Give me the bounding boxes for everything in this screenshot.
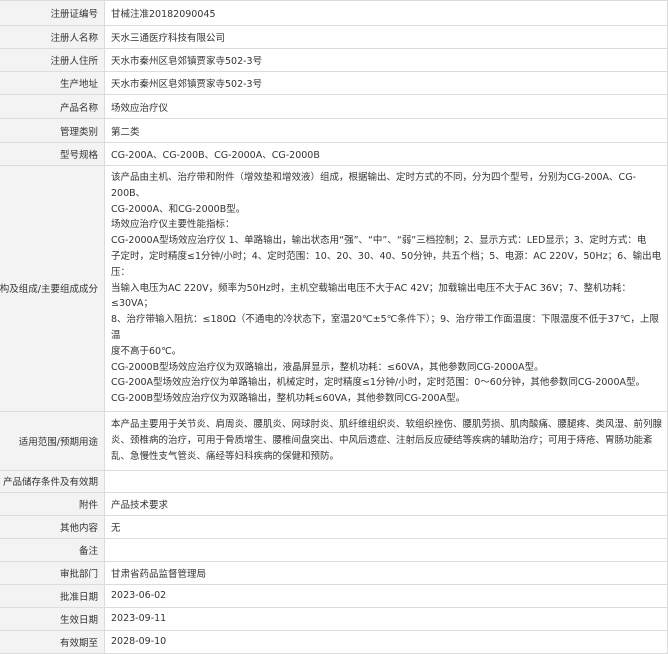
value-line: 2023-09-11 (111, 613, 167, 625)
table-row: 注册人住所 天水市秦州区皂郊镇贾家寺502-3号 (0, 48, 668, 72)
structure-composition-label: 结构及组成/主要组成成分 (0, 165, 105, 412)
approval-date-label: 批准日期 (0, 583, 105, 608)
scope-intended-use-value: 本产品主要用于关节炎、肩周炎、腰肌炎、网球肘炎、肌纤维组织炎、软组织挫伤、腰肌劳… (104, 410, 668, 471)
approval-department-label: 审批部门 (0, 560, 105, 585)
table-row: 注册人名称 天水三通医疗科技有限公司 (0, 25, 668, 49)
value-line: 天水市秦州区皂郊镇贾家寺502-3号 (111, 79, 263, 90)
table-row: 备注 (0, 537, 668, 562)
table-row: 生产地址 天水市秦州区皂郊镇贾家寺502-3号 (0, 71, 668, 95)
registrant-address-value: 天水市秦州区皂郊镇贾家寺502-3号 (104, 48, 668, 72)
attachment-label: 附件 (0, 491, 105, 516)
registration-number-value: 甘械注准20182090045 (104, 0, 668, 26)
expiry-date-value: 2028-09-10 (104, 629, 668, 654)
table-row: 结构及组成/主要组成成分 该产品由主机、治疗带和附件（增效垫和增效液）组成，根据输… (0, 165, 668, 412)
value-line: 产品技术要求 (111, 499, 169, 511)
table-row: 注册证编号 甘械注准20182090045 (0, 0, 668, 26)
table-row: 其他内容无 (0, 514, 668, 539)
attachment-value: 产品技术要求 (104, 491, 668, 516)
value-line: 2028-09-10 (111, 636, 167, 648)
value-line: 当输入电压为AC 220V，频率为50Hz时，主机空载输出电压不大于AC 42V… (111, 282, 632, 310)
table-row: 适用范围/预期用途 本产品主要用于关节炎、肩周炎、腰肌炎、网球肘炎、肌纤维组织炎、… (0, 410, 668, 471)
other-content-label: 其他内容 (0, 514, 105, 539)
value-line: 场效应治疗仪主要性能指标： (111, 219, 235, 231)
other-content-value: 无 (104, 514, 668, 539)
value-line: CG-2000B型场效应治疗仪为双路输出，液晶屏显示，整机功耗：≤60VA，其他… (111, 361, 544, 373)
value-line: 度不高于60℃。 (111, 345, 182, 357)
table-row: 有效期至 2028-09-10 (0, 629, 668, 654)
value-line: 乱、急慢性支气管炎、痛经等妇科疾病的保健和预防。 (111, 450, 340, 462)
production-address-value: 天水市秦州区皂郊镇贾家寺502-3号 (104, 71, 668, 95)
value-line: 场效应治疗仪 (111, 102, 169, 114)
value-line: 甘肃省药品监督管理局 (111, 568, 207, 580)
value-line: CG-200A、CG-200B、CG-2000A、CG-2000B (111, 150, 320, 161)
management-category-value: 第二类 (104, 118, 668, 143)
value-line: 8、治疗带输入阻抗：≤180Ω（不通电的冷状态下，室温20℃±5℃条件下）；9、… (111, 314, 659, 341)
table-row: 批准日期 2023-06-02 (0, 583, 668, 608)
production-address-label: 生产地址 (0, 71, 105, 95)
value-line: CG-200A型场效应治疗仪为单路输出，机械定时，定时精度≤1分钟/小时，定时范… (111, 377, 645, 389)
value-line: CG-2000A型场效应治疗仪 1、单路输出，输出状态用“强”、“中”、“弱”三… (111, 235, 647, 247)
registration-number-label: 注册证编号 (0, 0, 105, 26)
effective-date-value: 2023-09-11 (104, 606, 668, 631)
model-spec-label: 型号规格 (0, 142, 105, 166)
value-line: 天水市秦州区皂郊镇贾家寺502-3号 (111, 56, 263, 67)
value-line: 本产品主要用于关节炎、肩周炎、腰肌炎、网球肘炎、肌纤维组织炎、软组织挫伤、腰肌劳… (111, 419, 663, 431)
storage-conditions-value (104, 469, 668, 493)
scope-intended-use-label: 适用范围/预期用途 (0, 410, 105, 471)
effective-date-label: 生效日期 (0, 606, 105, 631)
remarks-label: 备注 (0, 537, 105, 562)
remarks-value (104, 537, 668, 562)
value-line: CG-2000A、和CG-2000B型。 (111, 203, 246, 215)
structure-composition-value: 该产品由主机、治疗带和附件（增效垫和增效液）组成，根据输出、定时方式的不同，分为… (104, 165, 668, 412)
storage-conditions-label: 产品储存条件及有效期 (0, 469, 105, 493)
value-line: 子定时，定时精度≤1分钟/小时；4、定时范围：10、20、30、40、50分钟，… (111, 250, 662, 278)
value-line: 甘械注准20182090045 (111, 9, 216, 20)
product-name-label: 产品名称 (0, 94, 105, 119)
model-spec-value: CG-200A、CG-200B、CG-2000A、CG-2000B (104, 142, 668, 166)
value-line: 无 (111, 522, 121, 534)
value-line: 炎、颈椎病的治疗，可用于骨质增生、腰椎间盘突出、中风后遗症、注射后反应硬结等疾病… (111, 435, 653, 447)
table-row: 产品名称 场效应治疗仪 (0, 94, 668, 119)
value-line: 天水三通医疗科技有限公司 (111, 33, 226, 44)
table-row: 审批部门 甘肃省药品监督管理局 (0, 560, 668, 585)
value-line: 该产品由主机、治疗带和附件（增效垫和增效液）组成，根据输出、定时方式的不同，分为… (111, 172, 636, 199)
value-line: 第二类 (111, 126, 140, 138)
approval-department-value: 甘肃省药品监督管理局 (104, 560, 668, 585)
value-line: CG-200B型场效应治疗仪为双路输出，整机功耗≤60VA，其他参数同CG-20… (111, 393, 466, 405)
registration-rows: 注册证编号 甘械注准20182090045 注册人名称 天水三通医疗科技有限公司 注册人… (0, 0, 668, 654)
registrant-address-label: 注册人住所 (0, 48, 105, 72)
table-row: 附件 产品技术要求 (0, 491, 668, 516)
management-category-label: 管理类别 (0, 118, 105, 143)
registrant-name-value: 天水三通医疗科技有限公司 (104, 25, 668, 49)
expiry-date-label: 有效期至 (0, 629, 105, 654)
registrant-name-label: 注册人名称 (0, 25, 105, 49)
value-line: 2023-06-02 (111, 590, 167, 602)
table-row: 型号规格 CG-200A、CG-200B、CG-2000A、CG-2000B (0, 142, 668, 166)
table-row: 生效日期 2023-09-11 (0, 606, 668, 631)
table-row: 产品储存条件及有效期 (0, 469, 668, 493)
registration-table: 注册证编号 甘械注准20182090045 注册人名称 天水三通医疗科技有限公司 注册人… (0, 0, 668, 654)
approval-date-value: 2023-06-02 (104, 583, 668, 608)
table-row: 管理类别 第二类 (0, 118, 668, 143)
product-name-value: 场效应治疗仪 (104, 94, 668, 119)
